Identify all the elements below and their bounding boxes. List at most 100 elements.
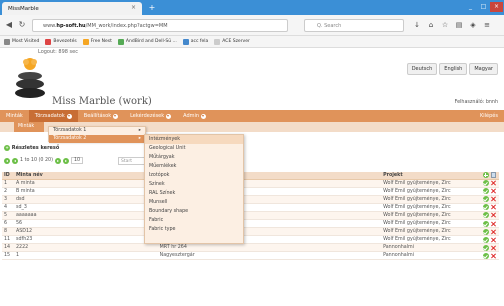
delete-icon[interactable] xyxy=(491,204,497,210)
delete-icon[interactable] xyxy=(491,245,497,251)
table-row[interactable]: 2B minta Wolf Emil gyűjteménye, Zirc xyxy=(2,187,499,196)
submenu-item[interactable]: Műemlékek xyxy=(145,162,243,171)
table-row[interactable]: 11 sdfh23 Wolf Emil gyűjteménye, Zirc xyxy=(2,235,499,245)
bookmark-item[interactable]: Free Nest xyxy=(82,38,112,45)
delete-icon[interactable] xyxy=(491,237,497,243)
menu-item-torzsadatok-1[interactable]: Törzsadatok 1 ▸ xyxy=(49,127,145,135)
cell-project: Wolf Emil gyűjteménye, Zirc xyxy=(381,179,481,188)
edit-icon[interactable] xyxy=(482,180,489,187)
submenu-item[interactable]: Izotópok xyxy=(145,171,243,180)
delete-icon[interactable] xyxy=(491,180,497,186)
table-row[interactable]: 15 1 Nagyesztergár Pannonhalmi xyxy=(2,251,499,261)
table-row[interactable]: 1A minta Wolf Emil gyűjteménye, Zirc xyxy=(2,179,499,188)
edit-icon[interactable] xyxy=(482,196,489,203)
table-row[interactable]: 3 dsd Wolf Emil gyűjteménye, Zirc xyxy=(2,195,499,204)
tab-title: MissMarble xyxy=(8,5,39,12)
lang-magyar-button[interactable]: Magyar xyxy=(469,63,498,75)
browser-toolbar: ◀ ↻ www.hp-soft.hu/MM_work/index.php?act… xyxy=(0,15,504,36)
table-row[interactable]: 14 2222 MRT hr 264 Pannonhalmi xyxy=(2,243,499,253)
export-icon[interactable] xyxy=(490,172,496,179)
maximize-icon[interactable]: □ xyxy=(477,2,490,12)
submenu-item[interactable]: Munsell xyxy=(145,198,243,207)
submenu-item[interactable]: Fabric type xyxy=(145,225,243,234)
bookmark-item[interactable]: Most Visited xyxy=(4,38,39,45)
close-window-icon[interactable]: × xyxy=(490,2,503,12)
download-icon[interactable]: ↓ xyxy=(412,20,422,30)
col-id[interactable]: ID xyxy=(2,172,14,180)
reload-icon[interactable]: ↻ xyxy=(17,20,27,30)
minimize-icon[interactable]: _ xyxy=(464,2,477,12)
row-actions xyxy=(480,219,499,229)
delete-icon[interactable] xyxy=(491,221,497,227)
table-row[interactable]: 5 aaaaaaa Wolf Emil gyűjteménye, Zirc xyxy=(2,211,499,220)
nav-beallitasok[interactable]: Beállítások xyxy=(78,110,124,122)
home-icon[interactable]: ⌂ xyxy=(426,20,436,30)
nav-torzsadatok[interactable]: Törzsadatok xyxy=(28,110,78,122)
page-size-select[interactable]: 10 xyxy=(70,157,84,164)
browser-tab[interactable]: MissMarble × xyxy=(2,2,142,15)
cell-name: dsd xyxy=(13,195,158,204)
nav-mintak[interactable]: Minták xyxy=(0,110,29,122)
row-actions xyxy=(480,187,499,196)
bookmark-item[interactable]: Bevezetés xyxy=(45,38,77,45)
lang-deutsch-button[interactable]: Deutsch xyxy=(406,63,438,75)
back-icon[interactable]: ◀ xyxy=(4,20,14,30)
nav-lekerdezesek[interactable]: Lekérdezések xyxy=(124,110,177,122)
edit-icon[interactable] xyxy=(482,188,489,195)
menu-icon[interactable]: ≡ xyxy=(482,20,492,30)
delete-icon[interactable] xyxy=(491,196,497,202)
url-bar[interactable]: www.hp-soft.hu/MM_work/index.php?actgw=M… xyxy=(32,19,288,32)
tab-close-icon[interactable]: × xyxy=(131,4,136,11)
prev-page-icon[interactable]: ◂ xyxy=(12,157,18,164)
edit-icon[interactable] xyxy=(482,244,489,251)
nav-admin[interactable]: Admin xyxy=(177,110,212,122)
table-row[interactable]: 8ASD12MRT hr 264Wolf Emil gyűjteménye, Z… xyxy=(2,227,499,237)
submenu-item[interactable]: Színek xyxy=(145,180,243,189)
submenu-item[interactable]: Intézmények xyxy=(145,135,243,144)
cell-project: Wolf Emil gyűjteménye, Zirc xyxy=(381,235,481,245)
edit-icon[interactable] xyxy=(482,204,489,211)
edit-icon[interactable] xyxy=(482,252,489,259)
add-icon[interactable] xyxy=(482,172,489,179)
bookmarks-bar: Most Visited Bevezetés Free Nest AndBird an… xyxy=(0,36,504,48)
submenu-arrow-icon: ▸ xyxy=(138,128,141,133)
lang-english-button[interactable]: English xyxy=(439,63,468,75)
edit-icon[interactable] xyxy=(482,228,489,235)
delete-icon[interactable] xyxy=(491,229,497,235)
subnav-active[interactable]: Minták xyxy=(14,122,44,132)
bookmark-star-icon[interactable]: ☆ xyxy=(440,20,450,30)
delete-icon[interactable] xyxy=(491,253,497,259)
bookmark-item[interactable]: acc fela xyxy=(182,38,208,45)
cell-name: B minta xyxy=(13,187,158,196)
next-page-icon[interactable]: ▸ xyxy=(54,157,61,164)
new-tab-icon[interactable]: + xyxy=(146,4,158,13)
submenu-item[interactable]: Geological Unit xyxy=(145,144,243,153)
section-title-text: Részletes kereső xyxy=(11,145,60,151)
table-row[interactable]: 6 56 Wolf Emil gyűjteménye, Zirc xyxy=(2,219,499,229)
browser-search-input[interactable]: Q. Search xyxy=(304,19,404,32)
table-row[interactable]: 4 sd_3 Wolf Emil gyűjteménye, Zirc xyxy=(2,203,499,212)
section-title[interactable]: + Részletes kereső xyxy=(4,145,59,151)
site-title: Miss Marble (work) xyxy=(52,96,152,107)
menu-item-torzsadatok-2[interactable]: Törzsadatok 2 ▸ xyxy=(49,135,145,143)
bookmark-item[interactable]: AndBird and Dell-Sü ... xyxy=(117,38,177,45)
dropdown-icon xyxy=(66,113,72,119)
submenu-item[interactable]: RAL Színek xyxy=(145,189,243,198)
col-name[interactable]: Minta név xyxy=(13,172,158,180)
last-page-icon[interactable]: ▸ xyxy=(62,157,69,164)
edit-icon[interactable] xyxy=(482,220,489,227)
logout-link[interactable]: Kilépés xyxy=(480,113,504,119)
col-project[interactable]: Projekt xyxy=(381,172,481,180)
menu-item-label: Törzsadatok 1 xyxy=(53,128,87,133)
edit-icon[interactable] xyxy=(482,236,489,243)
shield-icon[interactable]: ◈ xyxy=(468,20,478,30)
library-icon[interactable]: ▤ xyxy=(454,20,464,30)
submenu-item[interactable]: Műtárgyak xyxy=(145,153,243,162)
submenu-item[interactable]: Fabric xyxy=(145,216,243,225)
edit-icon[interactable] xyxy=(482,212,489,219)
delete-icon[interactable] xyxy=(491,188,497,194)
first-page-icon[interactable]: ◂ xyxy=(4,157,10,164)
submenu-item[interactable]: Boundary shape xyxy=(145,207,243,216)
delete-icon[interactable] xyxy=(491,212,497,218)
bookmark-item[interactable]: ACE Szerver xyxy=(214,38,250,45)
